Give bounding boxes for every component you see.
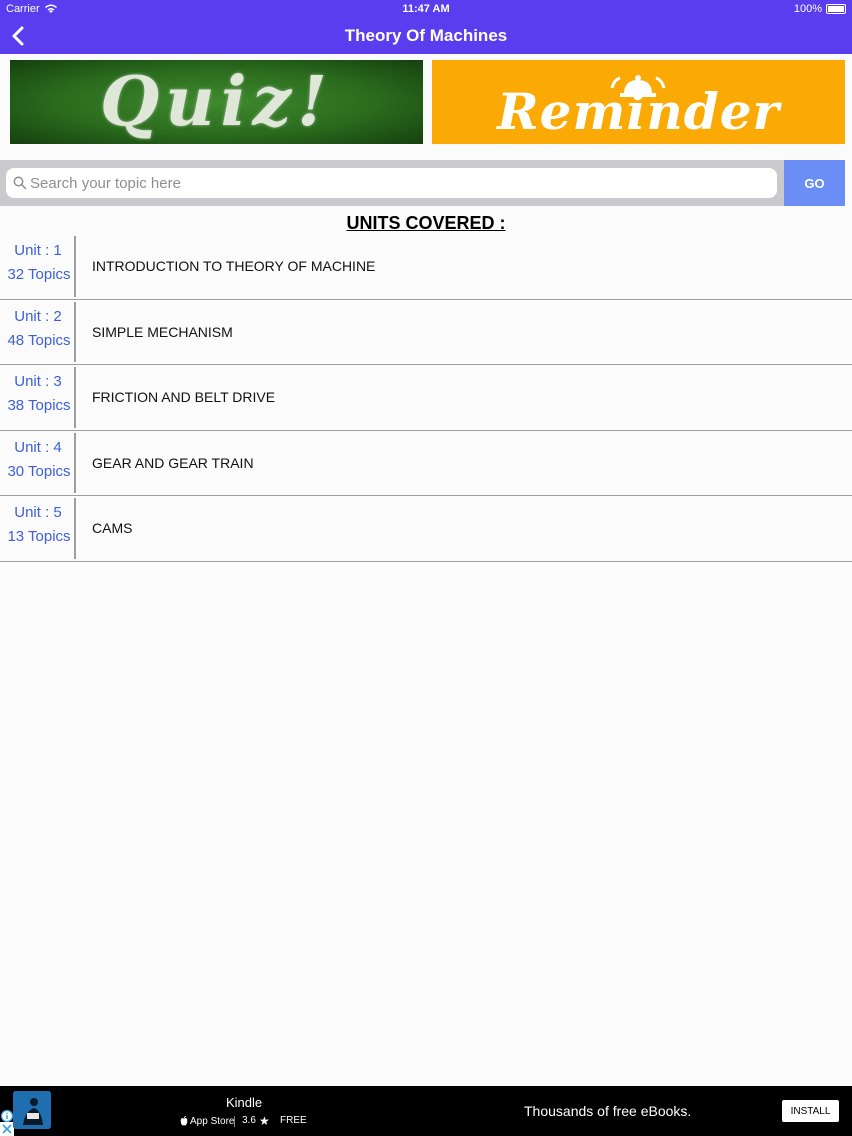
nav-bar: Theory Of Machines [0, 18, 852, 54]
battery-percent: 100% [793, 3, 822, 15]
reminder-banner[interactable]: Reminder [432, 60, 845, 144]
unit-number: Unit : 1 [14, 242, 62, 259]
ad-app-title: Kindle [226, 1095, 263, 1110]
search-input[interactable] [30, 168, 770, 198]
unit-list: Unit : 1 32 Topics INTRODUCTION TO THEOR… [0, 234, 852, 562]
unit-row-3[interactable]: Unit : 3 38 Topics FRICTION AND BELT DRI… [0, 365, 852, 431]
kindle-app-icon [13, 1091, 51, 1129]
unit-name: CAMS [92, 520, 133, 537]
ad-store-label: App Store [190, 1116, 235, 1127]
search-icon [13, 176, 27, 190]
topic-count: 32 Topics [7, 266, 71, 283]
search-bar [0, 160, 784, 206]
unit-row-1[interactable]: Unit : 1 32 Topics INTRODUCTION TO THEOR… [0, 234, 852, 300]
ad-close-icon[interactable] [0, 1122, 14, 1136]
apple-icon [180, 1116, 188, 1126]
battery-icon [826, 4, 846, 14]
quiz-banner[interactable]: Quiz! [10, 60, 423, 144]
page-title: Theory Of Machines [344, 26, 508, 45]
star-icon: ★ [259, 1114, 270, 1128]
unit-number: Unit : 4 [14, 438, 62, 456]
clock: 11:47 AM [402, 3, 450, 15]
ad-tagline: Thousands of free eBooks. [524, 1103, 692, 1119]
unit-row-2[interactable]: Unit : 2 48 Topics SIMPLE MECHANISM [0, 299, 852, 366]
search-field[interactable] [6, 168, 777, 198]
unit-number: Unit : 2 [14, 307, 62, 325]
unit-name: SIMPLE MECHANISM [92, 323, 233, 340]
reminder-banner-text: Reminder [497, 82, 780, 141]
status-bar: Carrier 11:47 AM 100% [0, 0, 852, 18]
section-title: UNITS COVERED : [346, 213, 506, 233]
unit-row-4[interactable]: Unit : 4 30 Topics GEAR AND GEAR TRAIN [0, 430, 852, 497]
ad-rating: 3.6 [242, 1115, 256, 1126]
ad-info-icon[interactable] [0, 1109, 14, 1123]
go-button[interactable]: GO [784, 160, 845, 206]
topic-count: 48 Topics [7, 331, 71, 349]
unit-name: INTRODUCTION TO THEORY OF MACHINE [92, 258, 376, 274]
quiz-banner-text: Quiz! [100, 62, 333, 142]
topic-count: 13 Topics [7, 528, 71, 546]
topic-count: 30 Topics [7, 462, 71, 480]
install-button[interactable]: INSTALL [782, 1100, 839, 1122]
unit-name: FRICTION AND BELT DRIVE [92, 389, 276, 406]
topic-count: 38 Topics [7, 397, 71, 415]
ad-banner[interactable]: Kindle App Store 3.6 ★ FREE Thousands of… [0, 1086, 852, 1136]
unit-row-5[interactable]: Unit : 5 13 Topics CAMS [0, 496, 852, 562]
ad-price: FREE [280, 1115, 307, 1126]
unit-number: Unit : 3 [14, 373, 62, 391]
unit-number: Unit : 5 [14, 504, 62, 522]
unit-name: GEAR AND GEAR TRAIN [92, 454, 254, 471]
ad-separator [234, 1116, 235, 1127]
